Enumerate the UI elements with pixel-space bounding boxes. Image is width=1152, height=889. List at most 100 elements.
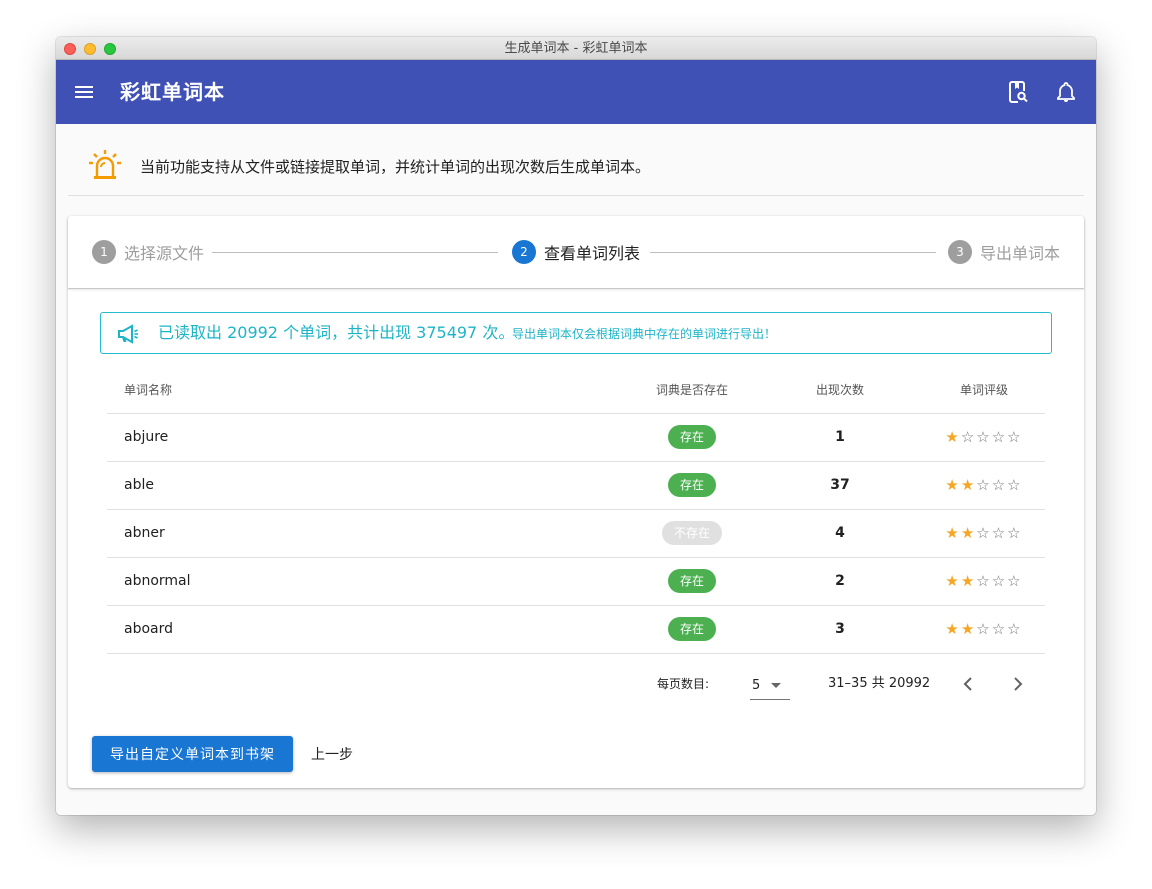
table-row[interactable]: aboard 存在 3 ★★☆☆☆ [107,605,1045,654]
step-view-word-list[interactable]: 2 查看单词列表 [512,240,640,264]
step-number: 3 [948,240,972,264]
window-close-button[interactable] [64,43,76,55]
step-connector [650,252,936,253]
rating-cell: ★☆☆☆☆ [923,413,1045,462]
star-filled-icon[interactable]: ★ [945,428,960,446]
dict-status-badge: 存在 [667,425,716,449]
window-titlebar: 生成单词本 - 彩虹单词本 [56,37,1096,60]
word-cell: abjure [107,413,627,462]
caret-down-icon [771,683,781,688]
chevron-right-icon[interactable] [1006,672,1030,696]
window-minimize-button[interactable] [84,43,96,55]
banner-main-text: 已读取出 20992 个单词，共计出现 375497 次。 [158,323,515,342]
step-label: 查看单词列表 [544,244,641,263]
header-rating[interactable]: 单词评级 [923,366,1045,414]
star-empty-icon[interactable]: ☆ [1007,572,1022,590]
rating-cell: ★★☆☆☆ [923,605,1045,654]
star-filled-icon[interactable]: ★ [961,476,976,494]
step-select-source[interactable]: 1 选择源文件 [92,240,204,264]
star-filled-icon[interactable]: ★ [945,572,960,590]
star-empty-icon[interactable]: ☆ [992,476,1007,494]
step-connector [212,252,498,253]
window-title: 生成单词本 - 彩虹单词本 [504,41,648,56]
table-row[interactable]: abjure 存在 1 ★☆☆☆☆ [107,413,1045,462]
step-export-wordbook[interactable]: 3 导出单词本 [948,240,1060,264]
star-empty-icon[interactable]: ☆ [1007,524,1022,542]
star-empty-icon[interactable]: ☆ [976,524,991,542]
rating-cell: ★★☆☆☆ [923,557,1045,606]
chevron-left-icon[interactable] [956,672,980,696]
table-header-row: 单词名称 词典是否存在 出现次数 单词评级 [107,366,1045,414]
star-empty-icon[interactable]: ☆ [976,428,991,446]
rows-per-page-label: 每页数目: [657,677,710,691]
main-content: 当前功能支持从文件或链接提取单词，并统计单词的出现次数后生成单词本。 1 选择源… [56,124,1096,815]
word-cell: able [107,461,627,510]
star-filled-icon[interactable]: ★ [945,620,960,638]
app-bar: 彩虹单词本 [56,60,1096,124]
dict-cell: 不存在 [627,509,757,558]
star-empty-icon[interactable]: ☆ [976,572,991,590]
star-empty-icon[interactable]: ☆ [1007,620,1022,638]
word-cell: abner [107,509,627,558]
bell-icon[interactable] [1054,80,1078,104]
dict-status-badge: 存在 [667,569,716,593]
stepper: 1 选择源文件 2 查看单词列表 3 导出单词本 [68,216,1084,289]
dict-cell: 存在 [627,605,757,654]
star-empty-icon[interactable]: ☆ [961,428,976,446]
header-count[interactable]: 出现次数 [757,366,923,414]
previous-step-button[interactable]: 上一步 [302,736,362,772]
star-empty-icon[interactable]: ☆ [992,620,1007,638]
step-label: 导出单词本 [980,244,1061,263]
count-cell: 1 [757,413,923,462]
star-empty-icon[interactable]: ☆ [976,476,991,494]
star-filled-icon[interactable]: ★ [961,572,976,590]
star-filled-icon[interactable]: ★ [961,524,976,542]
table-row[interactable]: abnormal 存在 2 ★★☆☆☆ [107,557,1045,606]
star-rating[interactable]: ★★☆☆☆ [945,620,1022,638]
alarm-icon [89,150,121,179]
count-cell: 4 [757,509,923,558]
pagination: 每页数目: 5 31–35 共 20992 [68,664,1084,704]
star-rating[interactable]: ★★☆☆☆ [945,524,1022,542]
star-empty-icon[interactable]: ☆ [992,524,1007,542]
banner-sub-text: 导出单词本仅会根据词典中存在的单词进行导出！ [512,327,777,341]
page-range-text: 31–35 共 20992 [828,676,931,691]
megaphone-icon [118,324,138,344]
word-cell: aboard [107,605,627,654]
notice-text: 当前功能支持从文件或链接提取单词，并统计单词的出现次数后生成单词本。 [140,158,651,176]
count-cell: 37 [757,461,923,510]
step-number: 2 [512,240,536,264]
dict-cell: 存在 [627,413,757,462]
star-rating[interactable]: ★★☆☆☆ [945,572,1022,590]
app-title: 彩虹单词本 [120,80,225,104]
app-window: 生成单词本 - 彩虹单词本 彩虹单词本 当前功能支持从文件或链接提取单词，并统计… [56,37,1096,815]
star-empty-icon[interactable]: ☆ [976,620,991,638]
rows-per-page-value: 5 [752,678,761,693]
dict-cell: 存在 [627,461,757,510]
search-book-icon[interactable] [1006,80,1030,104]
table-row[interactable]: abner 不存在 4 ★★☆☆☆ [107,509,1045,558]
star-empty-icon[interactable]: ☆ [992,428,1007,446]
wizard-card: 1 选择源文件 2 查看单词列表 3 导出单词本 已读取出 20992 个单词，… [68,216,1084,788]
star-empty-icon[interactable]: ☆ [992,572,1007,590]
star-rating[interactable]: ★☆☆☆☆ [945,428,1022,446]
star-filled-icon[interactable]: ★ [945,476,960,494]
dict-status-badge: 不存在 [661,521,722,545]
step-number: 1 [92,240,116,264]
star-filled-icon[interactable]: ★ [945,524,960,542]
star-empty-icon[interactable]: ☆ [1007,428,1022,446]
header-word[interactable]: 单词名称 [107,366,627,414]
word-table: 单词名称 词典是否存在 出现次数 单词评级 abjure 存在 1 ★☆☆☆☆ able… [107,366,1045,654]
info-banner: 已读取出 20992 个单词，共计出现 375497 次。 导出单词本仅会根据词… [100,312,1052,354]
export-wordbook-button[interactable]: 导出自定义单词本到书架 [92,736,293,772]
star-rating[interactable]: ★★☆☆☆ [945,476,1022,494]
dict-cell: 存在 [627,557,757,606]
star-filled-icon[interactable]: ★ [961,620,976,638]
table-row[interactable]: able 存在 37 ★★☆☆☆ [107,461,1045,510]
rows-per-page-select[interactable]: 5 [750,672,790,700]
window-maximize-button[interactable] [104,43,116,55]
feature-notice: 当前功能支持从文件或链接提取单词，并统计单词的出现次数后生成单词本。 [68,138,1084,196]
star-empty-icon[interactable]: ☆ [1007,476,1022,494]
header-dict[interactable]: 词典是否存在 [627,366,757,414]
menu-icon[interactable] [72,80,96,104]
